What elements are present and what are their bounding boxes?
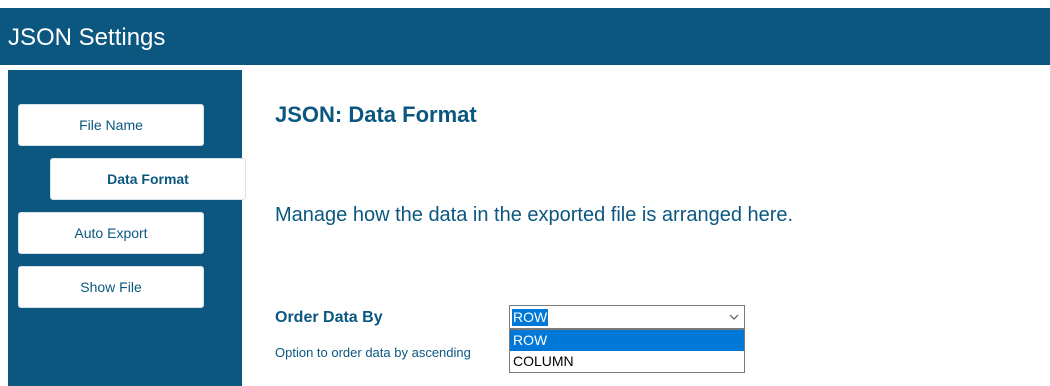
sidebar-item-label: Show File (80, 279, 142, 295)
order-data-selected-value: ROW (512, 309, 549, 326)
sidebar-item-label: Auto Export (74, 225, 148, 241)
window-title: JSON Settings (8, 24, 166, 51)
page-description: Manage how the data in the exported file… (275, 204, 794, 226)
sidebar-item-data-format[interactable]: Data Format (50, 158, 246, 200)
order-data-label: Order Data By (275, 309, 383, 326)
order-data-option-column[interactable]: COLUMN (510, 351, 744, 372)
order-data-option-row[interactable]: ROW (510, 330, 744, 351)
sidebar-item-label: File Name (79, 117, 143, 133)
chevron-down-icon[interactable] (726, 308, 742, 326)
sidebar-item-label: Data Format (107, 171, 189, 187)
order-data-select[interactable]: ROW (509, 305, 745, 329)
title-bar: JSON Settings (0, 8, 1050, 65)
sidebar: File Name Data Format Auto Export Show F… (8, 70, 246, 386)
order-data-help: Option to order data by ascending (275, 345, 471, 360)
top-strip (0, 0, 1050, 8)
sidebar-item-file-name[interactable]: File Name (18, 104, 204, 146)
order-data-options-list: ROW COLUMN (509, 329, 745, 373)
sidebar-item-auto-export[interactable]: Auto Export (18, 212, 204, 254)
page-title: JSON: Data Format (275, 102, 477, 127)
sidebar-item-show-file[interactable]: Show File (18, 266, 204, 308)
